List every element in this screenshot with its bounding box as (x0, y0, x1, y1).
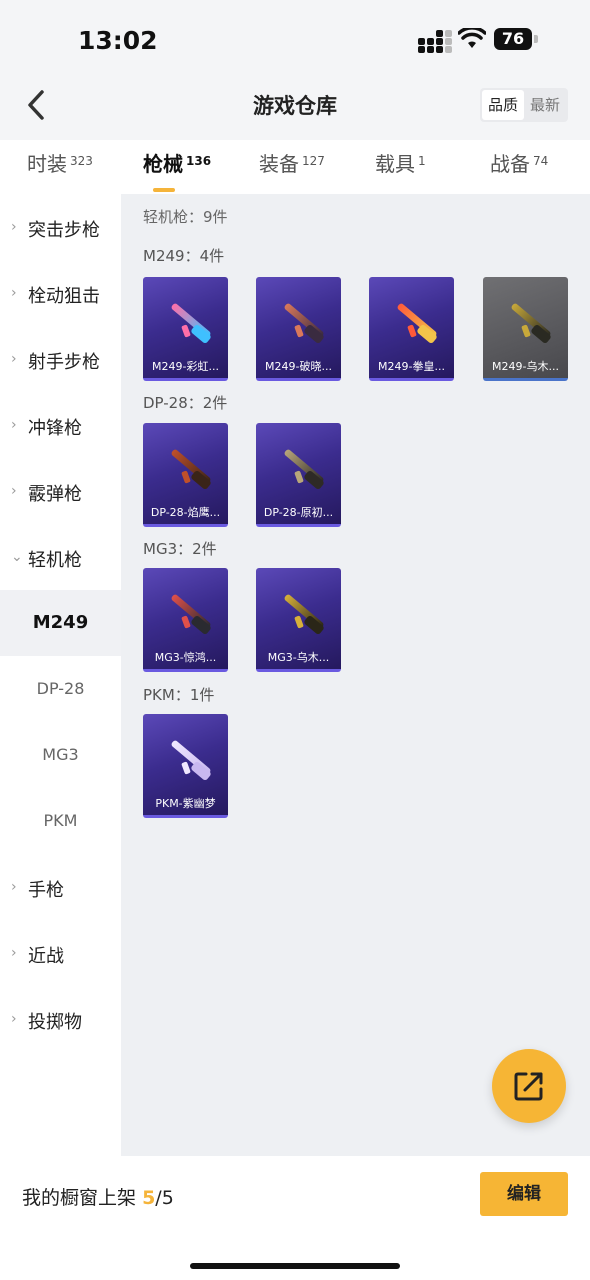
sidebar-item-assault-rifle[interactable]: › 突击步枪 (0, 194, 121, 260)
chevron-right-icon: › (11, 351, 17, 367)
home-indicator[interactable] (190, 1263, 400, 1269)
chevron-right-icon: › (11, 1011, 17, 1027)
weapon-category-sidebar: › 突击步枪 › 栓动狙击 › 射手步枪 › 冲锋枪 › 霰弹枪 ⌄ 轻机枪 M249 DP… (0, 194, 121, 1156)
chevron-right-icon: › (11, 417, 17, 433)
weapon-skin-image (161, 586, 213, 638)
tab-firearms[interactable]: 枪械 136 (143, 148, 211, 192)
sidebar-item-smg[interactable]: › 冲锋枪 (0, 392, 121, 458)
weapon-card[interactable]: M249-破晓... (256, 277, 341, 381)
sidebar-item-pistol[interactable]: › 手枪 (0, 854, 121, 920)
weapon-card-name: M249-拳皇... (378, 360, 445, 373)
edit-button[interactable]: 编辑 (480, 1172, 568, 1216)
weapon-skin-image (274, 441, 326, 493)
weapon-card[interactable]: MG3-乌木... (256, 568, 341, 672)
weapon-skin-image (501, 295, 553, 347)
group-title-pkm: PKM：1件 (143, 686, 215, 704)
nav-header: 游戏仓库 品质 最新 (0, 80, 590, 130)
sort-newest-button[interactable]: 最新 (524, 90, 566, 120)
sidebar-item-marksman-rifle[interactable]: › 射手步枪 (0, 326, 121, 392)
tab-fashion[interactable]: 时装 323 (27, 148, 93, 177)
showcase-status: 我的橱窗上架 5/5 (22, 1187, 174, 1209)
sidebar-item-melee[interactable]: › 近战 (0, 920, 121, 986)
weapon-skin-image (387, 295, 439, 347)
category-tabs: 时装 323 枪械 136 装备 127 载具 1 战备 74 (0, 140, 590, 194)
sidebar-item-shotgun[interactable]: › 霰弹枪 (0, 458, 121, 524)
group-title-dp28: DP-28：2件 (143, 394, 228, 412)
weapon-card[interactable]: DP-28-原初... (256, 423, 341, 527)
weapon-card-name: DP-28-原初... (263, 506, 334, 519)
chevron-right-icon: › (11, 219, 17, 235)
weapon-card-name: DP-28-焰鹰... (150, 506, 221, 519)
lmg-total-count: 轻机枪：9件 (143, 208, 228, 226)
sort-toggle: 品质 最新 (479, 88, 568, 122)
group-title-m249: M249：4件 (143, 247, 225, 265)
sidebar-item-lmg[interactable]: ⌄ 轻机枪 (0, 524, 121, 590)
weapon-card[interactable]: PKM-紫幽梦 (143, 714, 228, 818)
weapon-skin-image (161, 441, 213, 493)
sidebar-item-throwable[interactable]: › 投掷物 (0, 986, 121, 1052)
chevron-right-icon: › (11, 945, 17, 961)
weapon-card-name: MG3-惊鸿... (154, 651, 217, 664)
sidebar-subitem-mg3[interactable]: MG3 (0, 722, 121, 788)
signal-icon (418, 30, 452, 53)
group-title-mg3: MG3：2件 (143, 540, 217, 558)
weapon-card[interactable]: MG3-惊鸿... (143, 568, 228, 672)
battery-level: 76 (494, 28, 532, 50)
weapon-card-name: M249-破晓... (265, 360, 332, 373)
chevron-right-icon: › (11, 483, 17, 499)
battery-icon: 76 (494, 28, 538, 50)
showcase-current-count: 5 (142, 1187, 156, 1209)
sidebar-subitem-dp28[interactable]: DP-28 (0, 656, 121, 722)
weapon-card[interactable]: M249-乌木... (483, 277, 568, 381)
weapon-skin-image (161, 732, 213, 784)
sidebar-subitem-m249[interactable]: M249 (0, 590, 121, 656)
showcase-total-count: /5 (155, 1187, 174, 1209)
share-icon (514, 1072, 543, 1101)
weapon-card-name: M249-乌木... (492, 360, 559, 373)
weapon-card[interactable]: M249-拳皇... (369, 277, 454, 381)
weapon-card-name: PKM-紫幽梦 (155, 797, 216, 810)
weapon-skin-image (161, 295, 213, 347)
share-button[interactable] (492, 1049, 566, 1123)
weapon-grid-panel: 轻机枪：9件 M249：4件 M249-彩虹... M249-破晓... M24… (121, 194, 590, 1156)
sidebar-item-bolt-sniper[interactable]: › 栓动狙击 (0, 260, 121, 326)
sort-quality-button[interactable]: 品质 (481, 90, 524, 120)
tab-vehicles[interactable]: 载具 1 (375, 148, 426, 177)
weapon-skin-image (274, 295, 326, 347)
tab-supplies[interactable]: 战备 74 (490, 148, 548, 177)
status-time: 13:02 (78, 26, 158, 55)
wifi-icon (458, 28, 486, 48)
status-bar: 13:02 76 (0, 0, 590, 80)
weapon-card-name: M249-彩虹... (152, 360, 219, 373)
sidebar-subitem-pkm[interactable]: PKM (0, 788, 121, 854)
chevron-down-icon: ⌄ (11, 549, 23, 565)
chevron-right-icon: › (11, 879, 17, 895)
tab-equipment[interactable]: 装备 127 (259, 148, 325, 177)
weapon-card[interactable]: DP-28-焰鹰... (143, 423, 228, 527)
showcase-bar: 我的橱窗上架 5/5 编辑 (0, 1156, 590, 1280)
weapon-skin-image (274, 586, 326, 638)
weapon-card[interactable]: M249-彩虹... (143, 277, 228, 381)
chevron-right-icon: › (11, 285, 17, 301)
weapon-card-name: MG3-乌木... (267, 651, 330, 664)
tab-indicator (153, 188, 175, 192)
